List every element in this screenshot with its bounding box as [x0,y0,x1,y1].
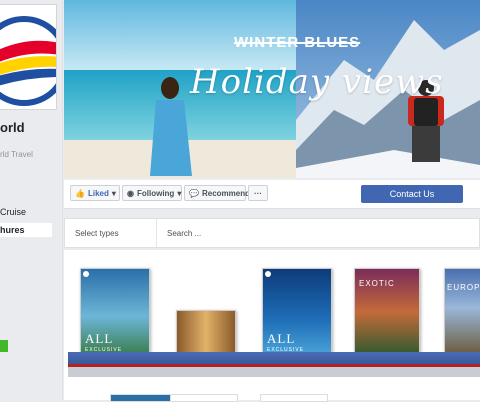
recommend-button[interactable]: 💬 Recommend [184,185,250,201]
liked-label: Liked [87,188,109,198]
left-sidebar: orld rld Travel Cruise hures [0,0,63,400]
brochure-title: ALL [85,331,114,346]
rss-icon: ◉ [127,188,134,198]
page-name[interactable]: orld [0,120,25,135]
brochure-title: EXOTIC [359,279,395,288]
brochure-logo-icon [83,271,89,277]
shelf-base [68,367,480,377]
search-input[interactable]: Search ... [157,219,479,247]
following-label: Following [136,188,175,198]
comment-icon: 💬 [189,188,199,198]
shelf-rail [68,352,480,367]
brochure-filter-bar: Select types Search ... [64,218,480,248]
contact-us-button[interactable]: Contact Us [361,185,463,203]
brochure-title: EUROPE [447,283,480,292]
cover-headline: Holiday views [190,62,444,102]
brochure-cover[interactable]: EUROPE [444,268,480,356]
sidebar-item-brochures[interactable]: hures [0,223,52,237]
chevron-down-icon: ▾ [111,188,116,198]
brochure-cover[interactable]: ALL EXCLUSIVE [262,268,332,356]
brochure-cover[interactable]: EXOTIC [354,268,420,356]
page-action-bar: 👍 Liked ▾ ◉ Following ▾ 💬 Recommend ··· … [64,180,480,209]
liked-button[interactable]: 👍 Liked ▾ [70,185,120,201]
brochure-logo-icon [265,271,271,277]
page-logo[interactable] [0,4,57,110]
brochure-cover[interactable] [176,310,236,356]
chevron-down-icon: ▾ [177,188,182,198]
brochure-cover[interactable] [170,394,238,402]
globe-logo-icon [0,16,56,106]
brochure-cover[interactable] [260,394,328,402]
following-button[interactable]: ◉ Following ▾ [122,185,182,201]
page-category: rld Travel [0,150,33,159]
sidebar-item-cruise[interactable]: Cruise [0,207,26,217]
brochure-cover[interactable] [110,394,174,402]
brochure-shelf: ALL EXCLUSIVE ALL EXCLUSIVE EXOTIC EUROP… [64,250,480,402]
online-status-badge [0,340,8,352]
recommend-label: Recommend [201,188,250,198]
cover-strike-text: WINTER BLUES [234,34,361,51]
thumbs-up-icon: 👍 [75,188,85,198]
cover-photo[interactable]: WINTER BLUES Holiday views [64,0,480,178]
brochure-cover[interactable]: ALL EXCLUSIVE [80,268,150,356]
brochure-title: ALL [267,331,296,346]
select-types-dropdown[interactable]: Select types [65,219,157,247]
more-options-button[interactable]: ··· [248,185,268,201]
